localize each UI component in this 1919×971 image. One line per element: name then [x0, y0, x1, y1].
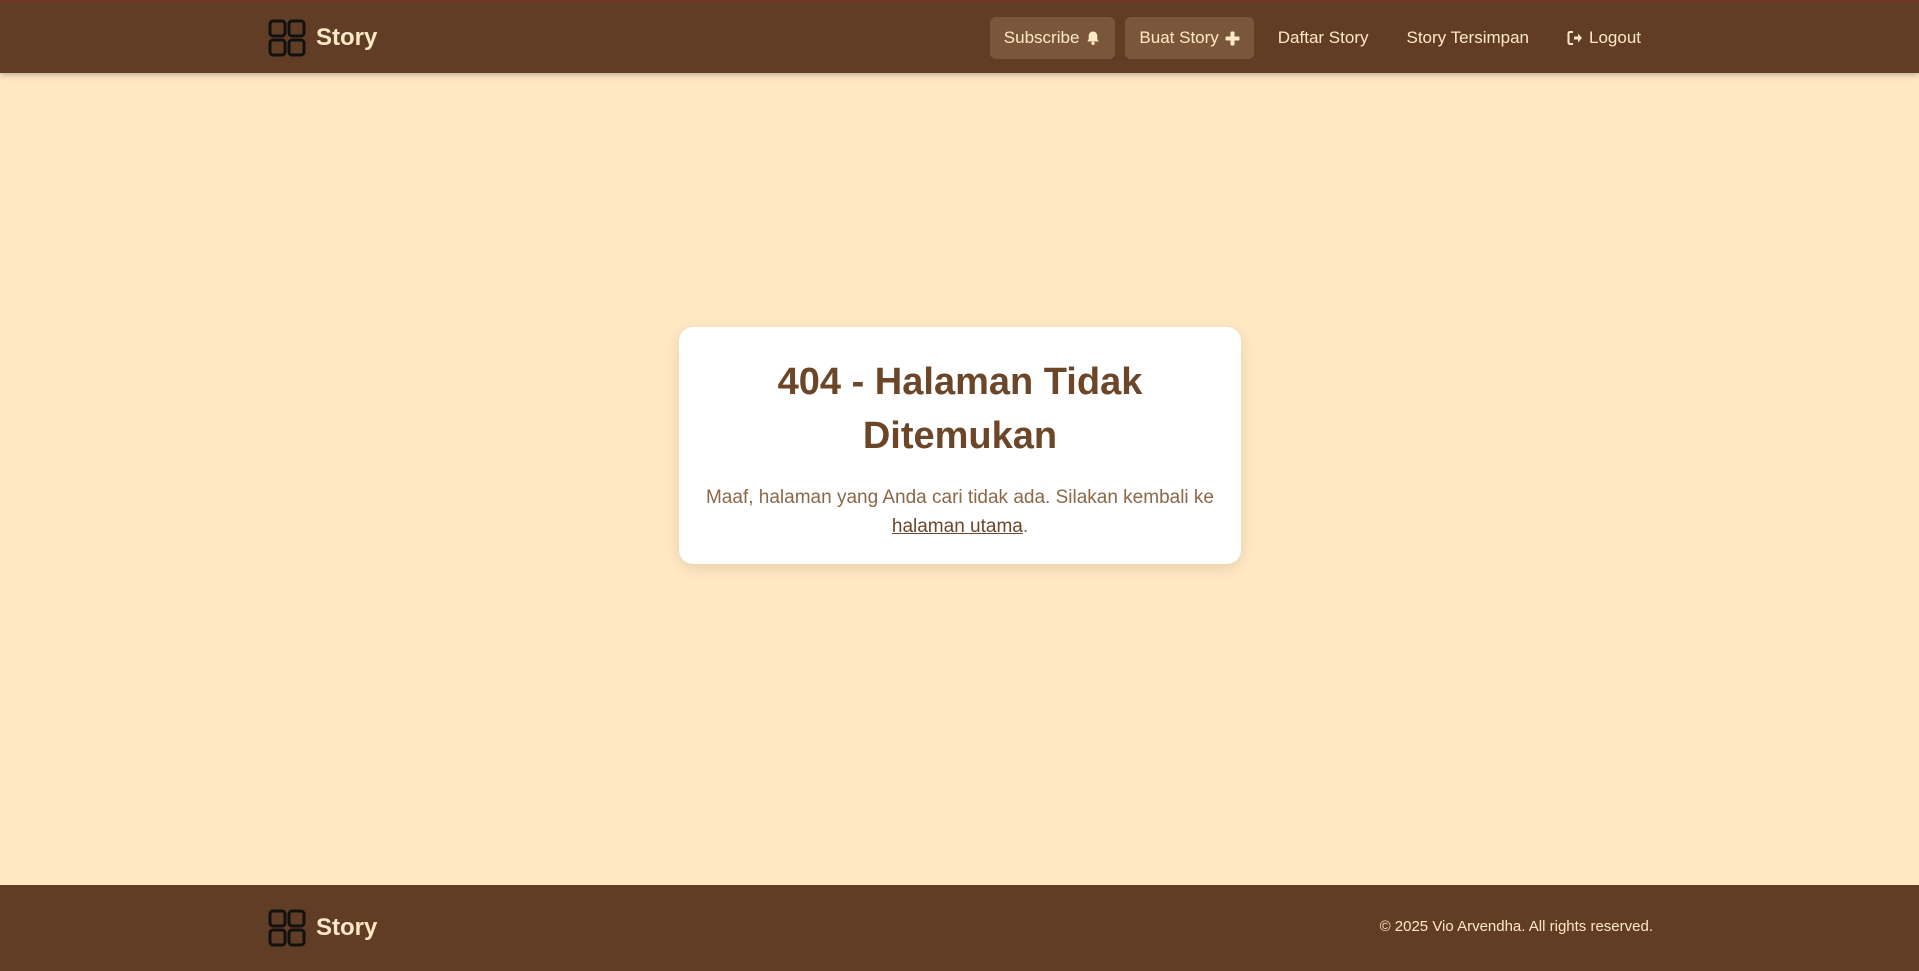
saved-story-label: Story Tersimpan	[1406, 28, 1529, 47]
error-message-end: .	[1022, 516, 1029, 537]
story-list-label: Daftar Story	[1277, 28, 1369, 47]
error-message: Maaf, halaman yang Anda cari tidak ada. …	[703, 483, 1217, 541]
home-link[interactable]: halaman utama	[892, 516, 1023, 537]
create-story-button[interactable]: Buat Story	[1125, 17, 1254, 59]
saved-story-link[interactable]: Story Tersimpan	[1392, 17, 1543, 59]
subscribe-button[interactable]: Subscribe	[989, 17, 1116, 59]
footer-brand-name: Story	[316, 914, 378, 941]
error-title: 404 - Halaman Tidak Ditemukan	[777, 361, 1143, 457]
logout-label: Logout	[1589, 28, 1641, 47]
logout-icon	[1567, 30, 1583, 46]
brand-name: Story	[316, 24, 378, 51]
story-list-link[interactable]: Daftar Story	[1264, 17, 1383, 59]
not-found-card: 404 - Halaman Tidak Ditemukan Maaf, hala…	[679, 327, 1241, 564]
grid-logo-icon	[268, 909, 306, 947]
footer-brand-link[interactable]: Story	[268, 909, 377, 947]
logout-link[interactable]: Logout	[1553, 17, 1655, 59]
bell-icon	[1085, 30, 1101, 46]
main-nav: Subscribe Buat Story Daftar Story Story …	[989, 17, 1655, 59]
subscribe-label: Subscribe	[1003, 28, 1080, 47]
grid-logo-icon	[268, 19, 306, 57]
plus-icon	[1225, 31, 1240, 46]
copyright-text: © 2025 Vio Arvendha. All rights reserved…	[1379, 918, 1653, 935]
site-header: Story Subscribe Buat Story Daftar Story …	[0, 0, 1919, 73]
site-footer: Story © 2025 Vio Arvendha. All rights re…	[0, 885, 1919, 971]
brand-logo-link[interactable]: Story	[268, 19, 377, 57]
create-story-label: Buat Story	[1139, 28, 1219, 47]
error-message-text: Maaf, halaman yang Anda cari tidak ada. …	[705, 487, 1215, 508]
